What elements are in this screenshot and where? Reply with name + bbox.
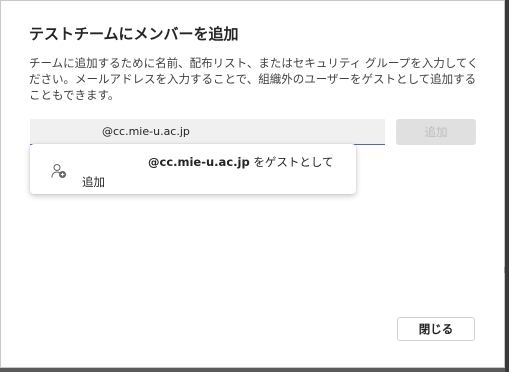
member-search-input[interactable] [30,119,385,144]
dialog-description: チームに追加するために名前、配布リスト、またはセキュリティ グループを入力してく… [29,56,479,102]
guest-suggestion-item[interactable]: @cc.mie-u.ac.jp をゲストとして追加 [30,144,356,194]
guest-suggestion-text: @cc.mie-u.ac.jp をゲストとして追加 [82,152,344,192]
member-search-box[interactable] [30,119,385,145]
add-button[interactable]: 追加 [396,119,476,145]
add-member-dialog: テストチームにメンバーを追加 チームに追加するために名前、配布リスト、またはセキ… [0,0,506,368]
guest-suggestion-email: @cc.mie-u.ac.jp [148,155,250,169]
dialog-title: テストチームにメンバーを追加 [29,25,239,43]
close-button[interactable]: 閉じる [397,317,475,341]
window-edge [505,0,509,372]
add-guest-icon [51,163,67,179]
